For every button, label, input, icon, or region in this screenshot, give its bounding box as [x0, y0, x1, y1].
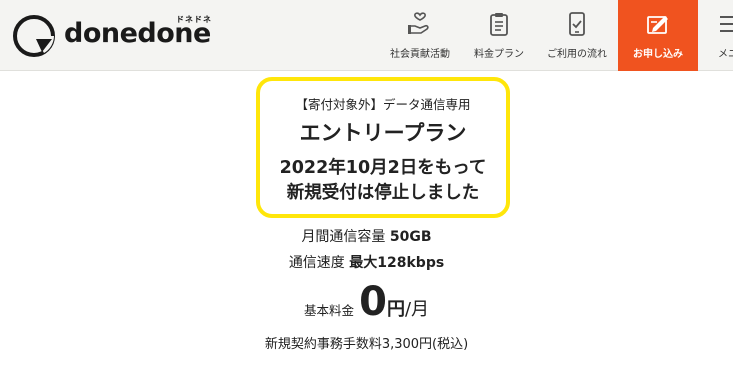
base-price: 基本料金 0円/月: [0, 282, 733, 322]
logo-kana: ドネドネ: [176, 15, 212, 24]
phone-check-icon: [569, 12, 585, 36]
nav-apply-button[interactable]: お申し込み: [618, 0, 698, 71]
notice-subtitle: 【寄付対象外】データ通信専用: [295, 97, 471, 112]
nav-usage-flow[interactable]: ご利用の流れ: [538, 0, 616, 71]
price-value: 0: [359, 279, 387, 325]
logo[interactable]: donedone ドネドネ: [12, 14, 211, 58]
notice-message: 2022年10月2日をもって 新規受付は停止しました: [260, 156, 506, 206]
notice-message-line: 2022年10月2日をもって: [279, 158, 487, 178]
apply-form-icon: [647, 16, 668, 34]
communication-speed: 通信速度 最大128kbps: [0, 252, 733, 272]
nav-label: ご利用の流れ: [547, 49, 607, 60]
hand-heart-icon: [408, 12, 429, 34]
notice-message-line: 新規受付は停止しました: [286, 183, 480, 203]
clipboard-icon: [490, 13, 508, 36]
nav-menu-button[interactable]: メニ: [703, 0, 733, 71]
nav-label: お申し込み: [633, 49, 683, 60]
price-period: /月: [404, 299, 430, 320]
discontinued-notice-box: 【寄付対象外】データ通信専用 エントリープラン 2022年10月2日をもって 新…: [256, 77, 510, 218]
nav-label: 社会貢献活動: [390, 49, 450, 60]
menu-icon: [720, 16, 733, 32]
speed-label: 通信速度: [288, 255, 345, 271]
nav-social-contribution[interactable]: 社会貢献活動: [376, 0, 464, 71]
plan-title: エントリープラン: [299, 121, 467, 145]
nav-pricing-plans[interactable]: 料金プラン: [466, 0, 532, 71]
capacity-value: 50GB: [389, 229, 432, 245]
contract-fee: 新規契約事務手数料3,300円(税込): [264, 337, 469, 352]
monthly-capacity: 月間通信容量 50GB: [0, 226, 733, 246]
price-unit: 円: [386, 299, 405, 320]
site-header: donedone ドネドネ 社会貢献活動 料金プラン ご利用の流れ お申し込み …: [0, 0, 733, 71]
logo-mark-icon: [13, 15, 55, 57]
price-label: 基本料金: [303, 303, 354, 318]
nav-label: メニ: [718, 49, 733, 60]
nav-label: 料金プラン: [474, 49, 524, 60]
capacity-label: 月間通信容量: [301, 229, 386, 245]
speed-value: 最大128kbps: [349, 255, 445, 271]
